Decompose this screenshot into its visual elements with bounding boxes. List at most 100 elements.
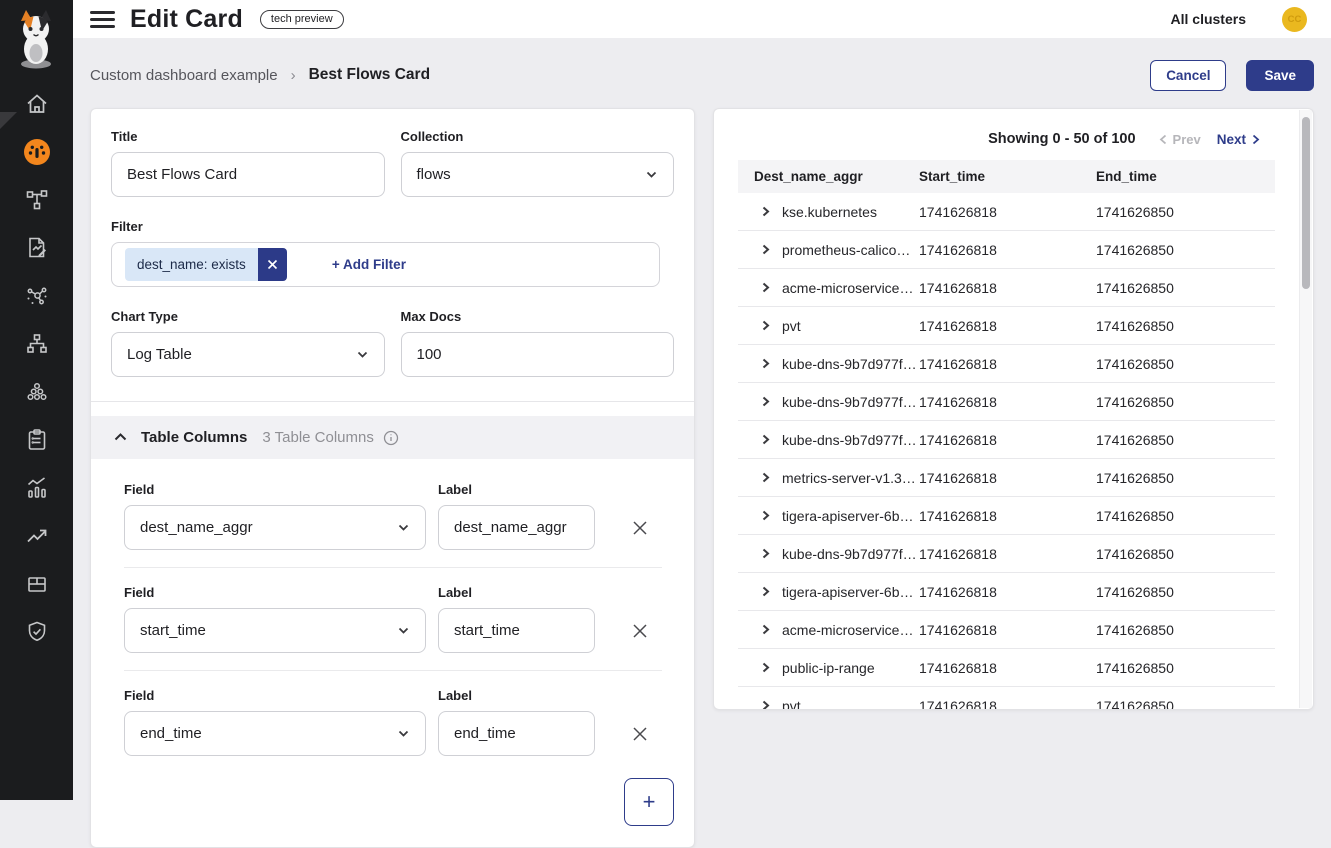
- collection-label: Collection: [401, 129, 675, 144]
- shield-check-icon[interactable]: [0, 608, 73, 656]
- field-row: Field dest_name_aggr Label: [124, 482, 674, 550]
- expand-row-icon[interactable]: [760, 206, 771, 217]
- info-icon[interactable]: [383, 430, 399, 446]
- expand-row-icon[interactable]: [760, 662, 771, 673]
- preview-table: Dest_name_aggr Start_time End_time kse.k…: [738, 160, 1275, 710]
- expand-row-icon[interactable]: [760, 586, 771, 597]
- clipboard-icon[interactable]: [0, 416, 73, 464]
- row-start-time: 1741626818: [919, 204, 1096, 220]
- chevron-down-icon: [397, 727, 410, 740]
- network-icon[interactable]: [0, 272, 73, 320]
- remove-column-icon[interactable]: [631, 505, 674, 550]
- expand-row-icon[interactable]: [760, 396, 771, 407]
- row-end-time: 1741626850: [1096, 432, 1275, 448]
- divider: [124, 567, 662, 568]
- add-column-button[interactable]: +: [624, 778, 674, 826]
- prev-page-button[interactable]: Prev: [1154, 132, 1201, 147]
- filter-box[interactable]: dest_name: exists + Add Filter: [111, 242, 660, 287]
- save-button[interactable]: Save: [1246, 60, 1314, 91]
- row-start-time: 1741626818: [919, 356, 1096, 372]
- row-end-time: 1741626850: [1096, 660, 1275, 676]
- column-header: Start_time: [919, 169, 1096, 184]
- label-input[interactable]: [438, 711, 595, 756]
- row-name: kse.kubernetes: [782, 204, 877, 220]
- field-select[interactable]: end_time: [124, 711, 426, 756]
- row-start-time: 1741626818: [919, 660, 1096, 676]
- breadcrumb-separator-icon: ›: [291, 67, 296, 84]
- cluster-icon[interactable]: [0, 368, 73, 416]
- chevron-right-icon: [1250, 134, 1261, 145]
- row-start-time: 1741626818: [919, 546, 1096, 562]
- chart-type-select[interactable]: Log Table: [111, 332, 385, 377]
- row-name: kube-dns-9b7d977f…: [782, 356, 917, 372]
- expand-row-icon[interactable]: [760, 624, 771, 635]
- trend-icon[interactable]: [0, 512, 73, 560]
- row-end-time: 1741626850: [1096, 508, 1275, 524]
- gauge-icon-active[interactable]: [0, 128, 73, 176]
- chevron-down-icon: [356, 348, 369, 361]
- page-title: Edit Card: [130, 5, 243, 34]
- label-input[interactable]: [438, 505, 595, 550]
- row-name: acme-microservice…: [782, 622, 913, 638]
- field-row: Field end_time Label: [124, 688, 674, 756]
- avatar[interactable]: CC: [1282, 7, 1307, 32]
- expand-row-icon[interactable]: [760, 510, 771, 521]
- title-label: Title: [111, 129, 385, 144]
- field-label: Field: [124, 688, 426, 703]
- hamburger-menu-icon[interactable]: [90, 7, 115, 32]
- remove-filter-icon[interactable]: [258, 248, 287, 281]
- row-end-time: 1741626850: [1096, 622, 1275, 638]
- scrollbar-thumb[interactable]: [1302, 117, 1310, 289]
- home-icon[interactable]: [0, 80, 73, 128]
- max-docs-input[interactable]: [401, 332, 675, 377]
- field-label: Field: [124, 482, 426, 497]
- collection-select[interactable]: flows: [401, 152, 675, 197]
- row-name: pvt: [782, 698, 801, 711]
- chevron-up-icon: [113, 430, 128, 445]
- expand-row-icon[interactable]: [760, 320, 771, 331]
- next-page-button[interactable]: Next: [1217, 132, 1265, 147]
- column-header: Dest_name_aggr: [738, 169, 919, 184]
- row-name: tigera-apiserver-6b…: [782, 508, 914, 524]
- table-row: acme-microservice… 1741626818 1741626850: [738, 269, 1275, 307]
- table-columns-section-header[interactable]: Table Columns 3 Table Columns: [91, 416, 694, 459]
- expand-row-icon[interactable]: [760, 700, 771, 710]
- cancel-button[interactable]: Cancel: [1150, 60, 1226, 91]
- document-edit-icon[interactable]: [0, 224, 73, 272]
- title-input[interactable]: [111, 152, 385, 197]
- calico-cat-logo[interactable]: [10, 7, 62, 76]
- expand-row-icon[interactable]: [760, 282, 771, 293]
- graph-nodes-icon[interactable]: [0, 176, 73, 224]
- scrollbar[interactable]: [1299, 110, 1312, 708]
- sidebar-nav: [0, 80, 73, 656]
- add-filter-link[interactable]: + Add Filter: [332, 257, 406, 272]
- expand-row-icon[interactable]: [760, 472, 771, 483]
- field-select[interactable]: start_time: [124, 608, 426, 653]
- bar-chart-icon[interactable]: [0, 464, 73, 512]
- table-row: pvt 1741626818 1741626850: [738, 687, 1275, 710]
- row-name: kube-dns-9b7d977f…: [782, 546, 917, 562]
- row-start-time: 1741626818: [919, 622, 1096, 638]
- row-end-time: 1741626850: [1096, 318, 1275, 334]
- label-input[interactable]: [438, 608, 595, 653]
- hierarchy-icon[interactable]: [0, 320, 73, 368]
- filter-label: Filter: [111, 219, 674, 234]
- expand-row-icon[interactable]: [760, 434, 771, 445]
- field-select[interactable]: dest_name_aggr: [124, 505, 426, 550]
- label-label: Label: [438, 585, 595, 600]
- box-icon[interactable]: [0, 560, 73, 608]
- expand-row-icon[interactable]: [760, 358, 771, 369]
- remove-column-icon[interactable]: [631, 711, 674, 756]
- topbar: Edit Card tech preview All clusters CC: [73, 0, 1331, 38]
- expand-row-icon[interactable]: [760, 548, 771, 559]
- table-row: metrics-server-v1.3… 1741626818 17416268…: [738, 459, 1275, 497]
- breadcrumb-parent[interactable]: Custom dashboard example: [90, 67, 278, 84]
- row-name: metrics-server-v1.3…: [782, 470, 916, 486]
- row-start-time: 1741626818: [919, 280, 1096, 296]
- remove-column-icon[interactable]: [631, 608, 674, 653]
- divider: [124, 670, 662, 671]
- row-start-time: 1741626818: [919, 698, 1096, 711]
- cluster-selector[interactable]: All clusters: [1171, 11, 1246, 27]
- expand-row-icon[interactable]: [760, 244, 771, 255]
- table-row: pvt 1741626818 1741626850: [738, 307, 1275, 345]
